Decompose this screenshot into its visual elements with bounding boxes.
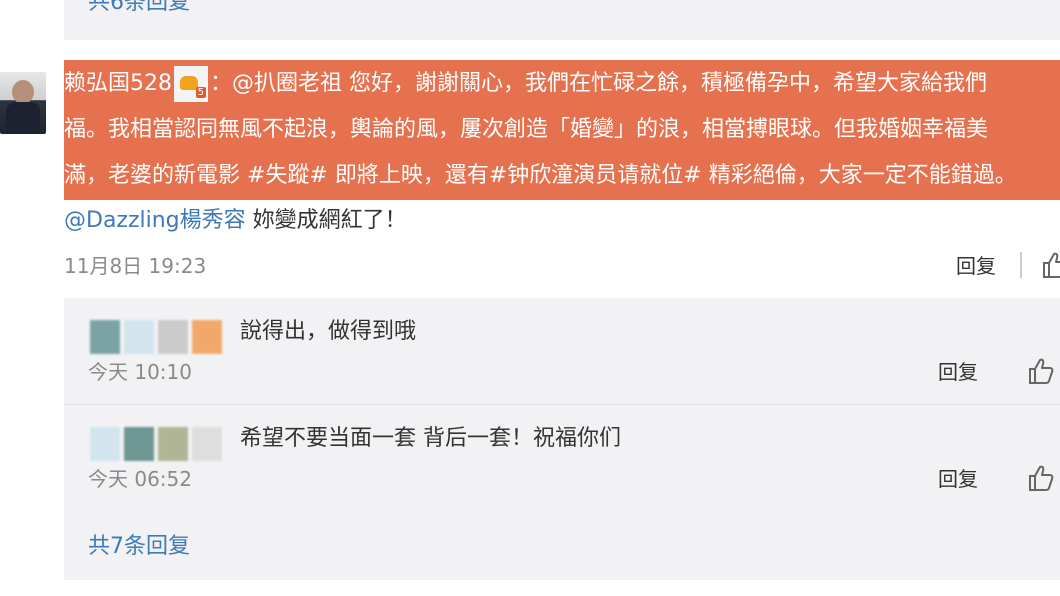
reply-item: 希望不要当面一套 背后一套！祝福你们 今天 06:52 回复 xyxy=(64,404,1060,511)
comment-reply-button[interactable]: 回复 xyxy=(956,252,996,280)
avatar-head xyxy=(12,80,34,104)
comment-text-line-2: 福。我相當認同無風不起浪，輿論的風，屢次創造「婚變」的浪，相當搏眼球。但我婚姻幸… xyxy=(64,117,989,142)
reply-text: 說得出，做得到哦 xyxy=(240,319,417,344)
comment-text-line-1: ：@扒圈老祖 您好，謝謝關心，我們在忙碌之餘，積極備孕中，希望大家給我們 xyxy=(210,71,987,96)
reply-button[interactable]: 回复 xyxy=(938,358,978,386)
comment-text-line-3: 滿，老婆的新電影 #失蹤# 即將上映，還有#钟欣潼演员请就位# 精彩絕倫，大家一… xyxy=(64,163,1017,188)
blurred-username xyxy=(90,320,222,354)
highlighted-comment: 赖弘国528 ：@扒圈老祖 您好，謝謝關心，我們在忙碌之餘，積極備孕中，希望大家給… xyxy=(64,60,1060,200)
comment-username[interactable]: 赖弘国528 xyxy=(64,71,172,96)
avatar[interactable] xyxy=(0,72,46,134)
reply-time: 今天 06:52 xyxy=(88,467,192,491)
vip-crown-icon xyxy=(174,66,208,102)
reply-text: 希望不要当面一套 背后一套！祝福你们 xyxy=(240,426,621,451)
comment-mention-line: @Dazzling楊秀容 妳變成網紅了！ xyxy=(64,205,407,237)
top-reply-panel xyxy=(64,0,1060,40)
reply-item: 說得出，做得到哦 今天 10:10 回复 xyxy=(64,298,1060,404)
comment-line-2: 福。我相當認同無風不起浪，輿論的風，屢次創造「婚變」的浪，相當搏眼球。但我婚姻幸… xyxy=(64,112,1060,148)
comment-line-3: 滿，老婆的新電影 #失蹤# 即將上映，還有#钟欣潼演员请就位# 精彩絕倫，大家一… xyxy=(64,158,1060,194)
thumbs-up-icon[interactable] xyxy=(1040,250,1060,280)
action-separator xyxy=(1020,252,1022,278)
avatar-body xyxy=(6,102,40,134)
reply-thread-panel: 說得出，做得到哦 今天 10:10 回复 希望不要当面一套 背后一套！祝福你们 … xyxy=(64,298,1060,580)
mention-link[interactable]: @Dazzling楊秀容 xyxy=(64,208,246,233)
blurred-username xyxy=(90,427,222,461)
reply-time: 今天 10:10 xyxy=(88,360,192,384)
total-replies-link[interactable]: 共7条回复 xyxy=(88,532,190,562)
top-reply-count-link[interactable]: 共6条回复 xyxy=(88,0,190,18)
comment-line-1: 赖弘国528 ：@扒圈老祖 您好，謝謝關心，我們在忙碌之餘，積極備孕中，希望大家給… xyxy=(64,66,1060,102)
reply-button[interactable]: 回复 xyxy=(938,465,978,493)
thumbs-up-icon[interactable] xyxy=(1026,463,1056,493)
thumbs-up-icon[interactable] xyxy=(1026,356,1056,386)
comment-time: 11月8日 19:23 xyxy=(64,254,207,278)
mention-text: 妳變成網紅了！ xyxy=(245,208,407,233)
